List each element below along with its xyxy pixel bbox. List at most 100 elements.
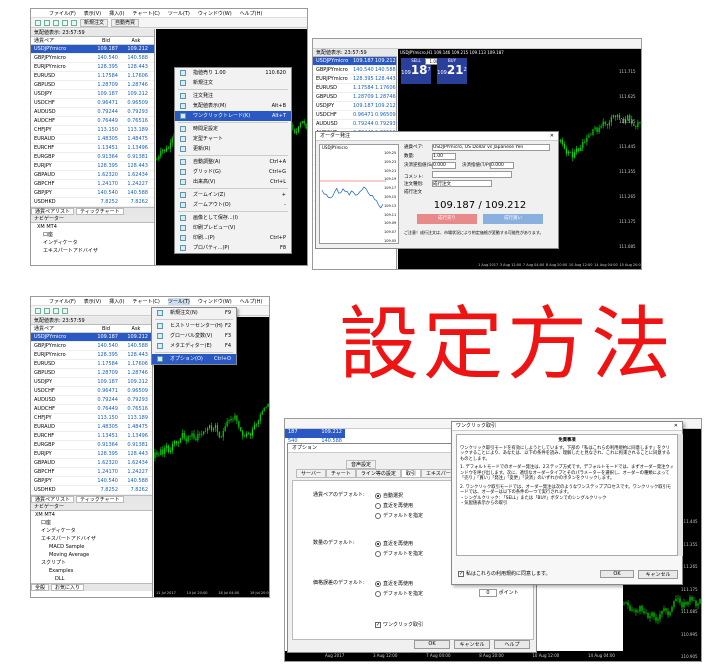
terms-text[interactable]: 免責事項 ワンクリック取引モードを有効にしようとしています。下部の「私はこれらの…: [456, 434, 678, 556]
context-menu-item[interactable]: ズームアウト(O) -: [175, 200, 291, 210]
scrollbar[interactable]: [678, 434, 683, 556]
oneclick-buy[interactable]: BUY 109212: [437, 58, 467, 84]
toolbar-icon[interactable]: [35, 19, 41, 26]
close-icon[interactable]: ✕: [674, 422, 678, 431]
market-watch-row[interactable]: EURUSD 1.17584 1.17606: [313, 84, 396, 93]
help-button[interactable]: ヘルプ: [494, 640, 530, 649]
ok-button[interactable]: OK: [414, 640, 450, 649]
nav-item[interactable]: インディケータ: [31, 239, 154, 247]
toolbar-icon[interactable]: [44, 307, 50, 314]
menu-file[interactable]: ファイル(F): [49, 298, 76, 305]
market-watch-row[interactable]: USDJPYmicro 109.187 109.212: [31, 45, 154, 54]
menu-view[interactable]: 表示(V): [84, 10, 101, 17]
radio-auto[interactable]: 自動選択: [375, 491, 423, 501]
market-watch-row[interactable]: USDJPYmicro 109.187 109.212: [31, 333, 152, 342]
context-menu-item[interactable]: 画像として保存...(I): [175, 213, 291, 223]
market-watch-row[interactable]: AUDCHF 0.76449 0.76516: [31, 405, 152, 414]
nav-item[interactable]: XM MT4: [31, 511, 152, 519]
slippage-input[interactable]: 0: [479, 589, 497, 597]
market-watch-row[interactable]: GBPJPYmicro 140.540 140.588: [313, 66, 396, 75]
oneclick-checkbox[interactable]: ✓ ワンクリック取引: [375, 621, 423, 628]
tools-menu-item[interactable]: ヒストリーセンター(H) F2: [152, 321, 236, 331]
market-watch-row[interactable]: AUDUSD 0.79244 0.79293: [31, 396, 152, 405]
cancel-button[interactable]: キャンセル: [638, 570, 678, 579]
symbol-select[interactable]: USDJPYmicro, US Dollar vs Japanese Yen: [432, 144, 550, 151]
market-watch-row[interactable]: GBPUSD 1.28709 1.28746: [313, 93, 396, 102]
close-icon[interactable]: ✕: [550, 132, 554, 141]
nav-item[interactable]: MACD Sample: [31, 543, 152, 551]
tab-chart[interactable]: チャート: [325, 469, 356, 478]
market-watch-row[interactable]: USDJPYmicro 109.187 109.212: [313, 57, 396, 66]
agree-checkbox[interactable]: ✓ 私はこれらの利用規約に同意します。: [458, 570, 551, 577]
tools-menu-item[interactable]: グローバル変数(V) F3: [152, 331, 236, 341]
context-menu-item[interactable]: 印刷...(P) Ctrl+P: [175, 233, 291, 243]
nav-item[interactable]: 口座: [31, 231, 154, 239]
nav-item[interactable]: Moving Average: [31, 551, 152, 559]
tab-tick-chart[interactable]: ティックチャート: [76, 496, 124, 503]
tools-menu-item[interactable]: 新規注文(N) F9: [152, 308, 236, 318]
market-watch-row[interactable]: EURUSD 1.17584 1.17606: [31, 72, 154, 81]
tools-menu-item[interactable]: メタエディター(E) F4: [152, 341, 236, 351]
context-menu-item[interactable]: 自動調整(A) Ctrl+A: [175, 157, 291, 167]
market-watch-row[interactable]: EURUSD 1.17584 1.17606: [31, 360, 152, 369]
market-watch-row[interactable]: AUDCHF 0.76449 0.76516: [31, 117, 154, 126]
tp-input[interactable]: 0.000: [490, 162, 514, 169]
radio-reuse[interactable]: 直近を再使用: [375, 539, 423, 549]
tab-symbols[interactable]: 通貨ペアリスト: [31, 208, 75, 215]
ok-button[interactable]: OK: [600, 570, 634, 578]
context-menu-item[interactable]: 指値売り 1.00 110.620: [175, 68, 291, 78]
nav-item[interactable]: エキスパートアドバイザ: [31, 247, 154, 255]
tab-sound[interactable]: 音声設定: [346, 460, 377, 469]
market-watch-row[interactable]: CHFJPY 113.150 113.189: [31, 126, 154, 135]
nav-item[interactable]: DLL: [31, 575, 152, 583]
market-watch-row[interactable]: USDJPY 109.187 109.212: [31, 378, 152, 387]
radio-default[interactable]: デフォルトを指定: [375, 589, 423, 599]
volume-input[interactable]: 1.00: [432, 153, 456, 160]
market-watch-row[interactable]: USDCHF 0.96471 0.96509: [31, 99, 154, 108]
menu-insert[interactable]: 挿入(I): [109, 298, 124, 305]
market-watch-row[interactable]: GBPJPY 140.540 140.588: [31, 189, 154, 198]
context-menu-item[interactable]: 時間足設定: [175, 124, 291, 134]
toolbar-icon[interactable]: [62, 307, 68, 314]
market-watch-row[interactable]: EURJPY 128.395 128.443: [31, 162, 154, 171]
market-watch-row[interactable]: EURAUD 1.48305 1.48475: [31, 423, 152, 432]
market-watch-row[interactable]: GBPJPYmicro 140.540 140.588: [31, 54, 154, 63]
radio-reuse[interactable]: 直近を再使用: [375, 579, 423, 589]
context-menu-item[interactable]: 出来高(V) Ctrl+L: [175, 177, 291, 187]
toolbar-icon[interactable]: [53, 307, 59, 314]
nav-item[interactable]: 口座: [31, 519, 152, 527]
nav-item[interactable]: エキスパートアドバイザ: [31, 535, 152, 543]
menu-window[interactable]: ウィンドウ(W): [198, 298, 232, 305]
toolbar-icon[interactable]: [62, 19, 68, 26]
context-menu-item[interactable]: 定型チャート: [175, 134, 291, 144]
context-menu-item[interactable]: 注文発注: [175, 91, 291, 101]
toolbar-icon[interactable]: [71, 19, 77, 26]
tab-tick-chart[interactable]: ティックチャート: [76, 208, 124, 215]
market-watch-row[interactable]: GBPAUD 1.62320 1.62434: [31, 171, 154, 180]
market-watch-row[interactable]: CHFJPY 113.150 113.189: [31, 414, 152, 423]
market-watch-row[interactable]: USDJPY 109.187 109.212: [313, 102, 396, 111]
market-watch-row[interactable]: AUDUSD 0.79244 0.79293: [313, 120, 396, 129]
menu-insert[interactable]: 挿入(I): [109, 10, 124, 17]
comment-input[interactable]: [432, 171, 512, 178]
menu-help[interactable]: ヘルプ(H): [240, 298, 263, 305]
nav-item[interactable]: Examples: [31, 567, 152, 575]
market-watch-row[interactable]: EURAUD 1.48305 1.48475: [31, 135, 154, 144]
menu-chart[interactable]: チャート(C): [133, 10, 160, 17]
market-watch-row[interactable]: EURGBP 0.91364 0.91381: [31, 153, 154, 162]
radio-reuse[interactable]: 直近を再使用: [375, 501, 423, 511]
market-watch-row[interactable]: EURCHF 1.13451 1.13496: [31, 432, 152, 441]
menu-file[interactable]: ファイル(F): [49, 10, 76, 17]
market-watch-row[interactable]: EURJPYmicro 128.395 128.443: [31, 351, 152, 360]
nav-item[interactable]: インディケータ: [31, 527, 152, 535]
market-watch-row[interactable]: USDHKD 7.8252 7.8262: [31, 486, 152, 495]
market-watch-row[interactable]: EURCHF 1.13451 1.13496: [31, 144, 154, 153]
context-menu-item[interactable]: ズームイン(Z) +: [175, 190, 291, 200]
market-watch-row[interactable]: EURGBP 0.91364 0.91381: [31, 441, 152, 450]
market-watch-row[interactable]: AUDUSD 0.79244 0.79293: [31, 108, 154, 117]
context-menu-item[interactable]: ワンクリックトレード(K) Alt+T: [175, 111, 291, 121]
market-watch-row[interactable]: USDCHF 0.96471 0.96509: [31, 387, 152, 396]
context-menu-item[interactable]: 気配値表示(M) Alt+B: [175, 101, 291, 111]
radio-default[interactable]: デフォルトを指定: [375, 549, 423, 559]
context-menu-item[interactable]: 更新(R): [175, 144, 291, 154]
